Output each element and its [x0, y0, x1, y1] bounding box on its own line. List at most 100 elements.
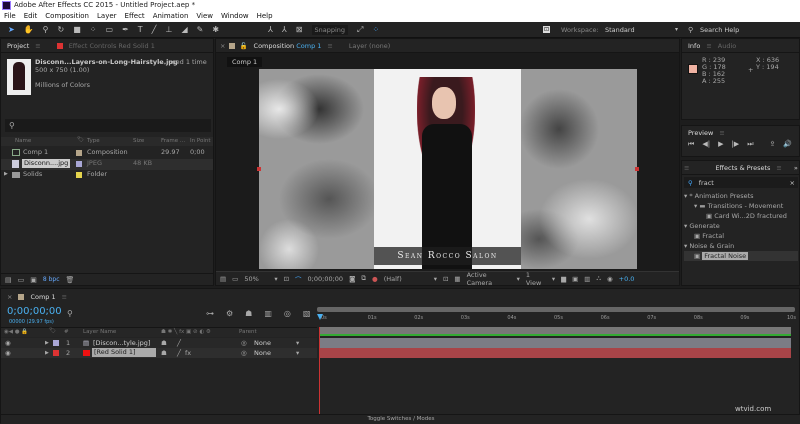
last-frame-icon[interactable]: ⏭: [747, 140, 753, 149]
layer-duration-bar[interactable]: [319, 338, 791, 348]
tab-timeline-comp[interactable]: Comp 1: [24, 290, 61, 304]
menu-window[interactable]: Window: [221, 11, 249, 22]
snap-grid-icon[interactable]: ⁘: [372, 25, 379, 34]
tab-layer[interactable]: Layer (none): [343, 39, 396, 53]
tree-item-generate[interactable]: ▾ Generate: [684, 221, 798, 231]
magnification-select[interactable]: 50%: [244, 275, 268, 283]
camera-select[interactable]: Active Camera: [467, 271, 511, 287]
menu-layer[interactable]: Layer: [97, 11, 117, 22]
search-help[interactable]: Search Help: [700, 26, 739, 34]
col-layer-name[interactable]: Layer Name: [83, 329, 116, 335]
tree-item-fractal-noise[interactable]: ▣ Fractal Noise: [684, 251, 798, 261]
comp-breadcrumb[interactable]: Comp 1: [227, 57, 263, 67]
project-item[interactable]: ▶ Solids Folder: [1, 170, 213, 181]
puppet-tool-icon[interactable]: ✱: [212, 25, 219, 34]
frame-blending-icon[interactable]: ▥: [264, 309, 272, 318]
visibility-eye-icon[interactable]: ◉: [5, 349, 11, 357]
col-frame[interactable]: Frame ...: [161, 138, 185, 144]
timeline-icon[interactable]: ▥: [584, 275, 590, 283]
dropdown-icon[interactable]: ▾: [552, 275, 555, 283]
visibility-eye-icon[interactable]: ◉: [5, 339, 11, 347]
camera-tool-icon[interactable]: ■: [73, 25, 81, 34]
col-size[interactable]: Size: [133, 138, 144, 144]
workspace-dropdown-icon[interactable]: ▾: [675, 26, 678, 33]
layer-name[interactable]: [Red Solid 1]: [92, 348, 156, 357]
show-snapshot-icon[interactable]: ⧉: [361, 274, 366, 283]
view-layout-select[interactable]: 1 View: [526, 271, 546, 287]
label-swatch[interactable]: [53, 340, 59, 346]
layer-handle[interactable]: [635, 167, 639, 171]
resolution-select[interactable]: (Half): [384, 275, 428, 283]
region-of-interest-icon[interactable]: ⊡: [443, 275, 448, 283]
channel-icon[interactable]: ●: [372, 275, 378, 283]
interpret-footage-icon[interactable]: ▤: [5, 276, 12, 284]
shy-switch-icon[interactable]: ☗: [161, 349, 167, 357]
col-in-point[interactable]: In Point: [190, 138, 211, 144]
search-icon[interactable]: ⚲: [688, 26, 693, 34]
parent-select[interactable]: None: [254, 339, 271, 347]
comp-flowchart-icon[interactable]: ⊶: [206, 309, 214, 318]
hand-tool-icon[interactable]: ✋: [24, 25, 34, 34]
tab-effects-presets[interactable]: Effects & Presets: [709, 161, 776, 175]
dropdown-icon[interactable]: ▾: [434, 275, 437, 283]
snapping-toggle[interactable]: Snapping: [311, 24, 349, 35]
loop-icon[interactable]: ⇪: [770, 140, 776, 149]
display-icon[interactable]: ▭: [232, 275, 238, 283]
time-ruler[interactable]: 0s 01s 02s 03s 04s 05s 06s 07s 08s 09s 10s: [317, 314, 796, 326]
lock-icon[interactable]: 🔓: [239, 42, 247, 50]
dropdown-icon[interactable]: ▾: [296, 349, 299, 357]
tab-project[interactable]: Project: [1, 39, 35, 53]
tab-effect-controls[interactable]: Effect Controls Red Solid 1: [63, 39, 161, 53]
new-folder-icon[interactable]: ▭: [18, 276, 25, 284]
trash-icon[interactable]: 🗑: [66, 276, 75, 284]
snapshot-icon[interactable]: ◙: [349, 275, 355, 283]
mask-visibility-icon[interactable]: ⌒: [295, 274, 302, 284]
tree-item-noise-grain[interactable]: ▾ Noise & Grain: [684, 241, 798, 251]
audio-icon[interactable]: 🔊: [783, 140, 792, 149]
motion-blur-icon[interactable]: ◎: [284, 309, 291, 318]
menu-composition[interactable]: Composition: [45, 11, 89, 22]
expand-arrow-icon[interactable]: ▶: [45, 340, 49, 346]
close-tab-icon[interactable]: ×: [216, 42, 225, 50]
type-tool-icon[interactable]: T: [138, 25, 143, 34]
layer-row[interactable]: ◉ ▶ 1 ▤ [Discon...tyle.jpg] ☗ ╱ ◎ None ▾: [1, 338, 317, 348]
current-time-display[interactable]: 0;00;00;00: [7, 306, 62, 317]
snap-icon[interactable]: ⤢: [357, 25, 363, 35]
search-icon[interactable]: ⚲: [67, 309, 73, 318]
dropdown-icon[interactable]: ▾: [296, 339, 299, 347]
col-name[interactable]: Name: [15, 138, 31, 144]
expand-arrow-icon[interactable]: ▶: [4, 170, 8, 179]
composition-viewer[interactable]: Sean Rocco Salon: [257, 69, 639, 269]
work-area-bar[interactable]: [319, 327, 791, 334]
label-swatch[interactable]: [53, 350, 59, 356]
col-type[interactable]: Type: [87, 138, 100, 144]
tree-item-animation-presets[interactable]: ▾ * Animation Presets: [684, 191, 798, 201]
menu-effect[interactable]: Effect: [125, 11, 145, 22]
pan-behind-tool-icon[interactable]: ⁘: [90, 25, 97, 34]
reset-exposure-icon[interactable]: ◉: [607, 275, 613, 283]
dropdown-icon[interactable]: ▾: [517, 275, 520, 283]
previous-frame-icon[interactable]: ◀|: [702, 140, 710, 149]
menu-file[interactable]: File: [4, 11, 16, 22]
workspace-select[interactable]: Standard: [605, 26, 635, 34]
shy-layers-icon[interactable]: ☗: [245, 309, 252, 318]
safe-zones-icon[interactable]: ⊡: [284, 275, 289, 283]
tree-item-transitions[interactable]: ▾ ▬ Transitions - Movement: [684, 201, 798, 211]
axis-view-icon[interactable]: ⊠: [296, 25, 303, 34]
eraser-tool-icon[interactable]: ◢: [181, 25, 187, 34]
brush-tool-icon[interactable]: ╱: [152, 25, 157, 34]
tab-info[interactable]: Info: [682, 39, 706, 53]
effects-switch-icon[interactable]: fx: [185, 349, 191, 357]
always-preview-icon[interactable]: ▤: [220, 275, 226, 283]
selection-tool-icon[interactable]: ➤: [8, 25, 15, 34]
close-tab-icon[interactable]: ×: [1, 293, 12, 301]
tab-composition[interactable]: Composition Comp 1: [248, 39, 328, 53]
play-icon[interactable]: ▶: [718, 140, 723, 149]
layer-handle[interactable]: [257, 167, 261, 171]
layer-name[interactable]: [Discon...tyle.jpg]: [93, 339, 150, 347]
rectangle-tool-icon[interactable]: ▭: [106, 25, 114, 34]
pickwhip-icon[interactable]: ◎: [241, 349, 247, 357]
dropdown-icon[interactable]: ▾: [274, 275, 277, 283]
quality-switch-icon[interactable]: ╱: [177, 339, 181, 347]
quality-switch-icon[interactable]: ╱: [177, 349, 181, 357]
